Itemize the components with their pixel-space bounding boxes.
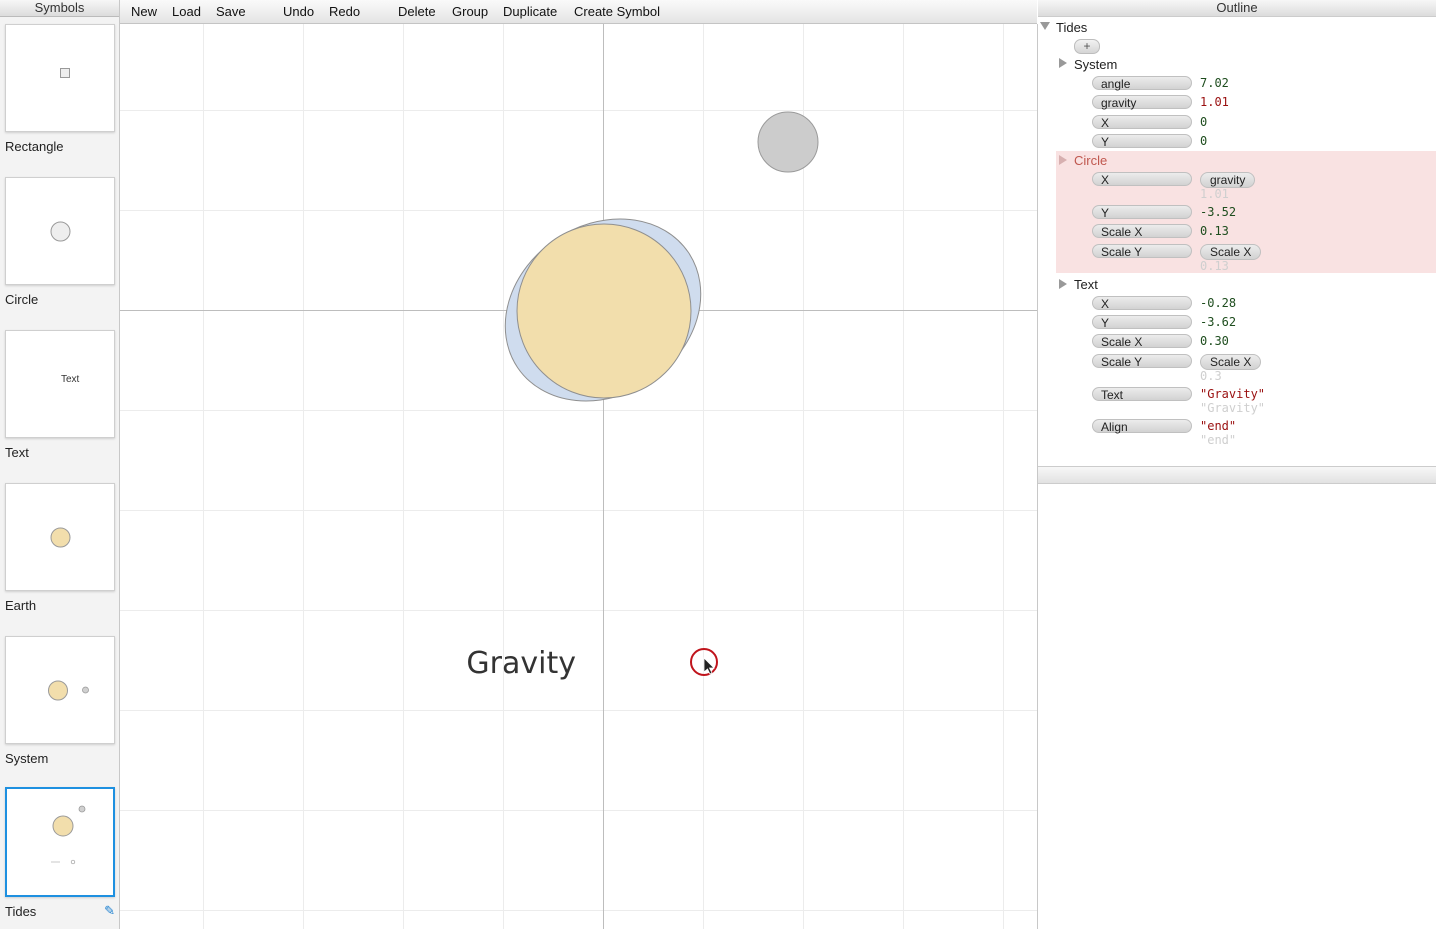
circle-x-computed: 1.01 bbox=[1200, 187, 1229, 201]
circle-x-ref-gravity[interactable]: gravity bbox=[1200, 172, 1256, 188]
text-scaley-ref[interactable]: Scale X bbox=[1200, 354, 1262, 370]
group-button[interactable]: Group bbox=[452, 4, 488, 19]
earth-preview bbox=[50, 527, 71, 548]
text-align-label[interactable]: Align bbox=[1092, 419, 1192, 434]
system-x-label[interactable]: X bbox=[1092, 115, 1192, 130]
new-button[interactable]: New bbox=[131, 4, 157, 19]
text-x-label[interactable]: X bbox=[1092, 296, 1192, 311]
outline-panel-divider[interactable] bbox=[1038, 466, 1436, 484]
system-x-value[interactable]: 0 bbox=[1200, 115, 1207, 129]
edit-pencil-icon[interactable]: ✎ bbox=[104, 903, 115, 919]
canvas-grid bbox=[120, 24, 1037, 929]
circle-y-label[interactable]: Y bbox=[1092, 205, 1192, 220]
toolbar: New Load Save Undo Redo Delete Group Dup… bbox=[120, 0, 1037, 24]
outline-item-circle[interactable]: Circle bbox=[1074, 153, 1107, 168]
symbol-tides[interactable]: Tides ✎ bbox=[5, 787, 115, 919]
text-scalex-label[interactable]: Scale X bbox=[1092, 334, 1192, 349]
symbol-label: Tides ✎ bbox=[5, 903, 115, 919]
symbol-system[interactable]: System bbox=[5, 636, 115, 766]
outline-item-system[interactable]: System bbox=[1074, 57, 1117, 72]
symbol-label: Circle bbox=[5, 292, 39, 307]
circle-x-label[interactable]: X bbox=[1092, 172, 1192, 187]
earth-circle[interactable] bbox=[516, 223, 692, 399]
symbol-thumbnail[interactable] bbox=[5, 787, 115, 897]
text-text-computed: "Gravity" bbox=[1200, 401, 1266, 415]
collapse-triangle-icon[interactable] bbox=[1059, 279, 1067, 289]
redo-button[interactable]: Redo bbox=[329, 4, 360, 19]
circle-scaley-computed: 0.13 bbox=[1200, 259, 1229, 273]
symbol-thumbnail[interactable] bbox=[5, 483, 115, 591]
param-gravity-label[interactable]: gravity bbox=[1092, 95, 1192, 110]
symbol-rectangle[interactable]: Rectangle bbox=[5, 24, 115, 154]
symbol-circle[interactable]: Circle bbox=[5, 177, 115, 307]
symbol-label: System bbox=[5, 751, 49, 766]
moon-circle[interactable] bbox=[757, 111, 819, 173]
undo-button[interactable]: Undo bbox=[283, 4, 314, 19]
canvas-drawing[interactable]: Gravity bbox=[120, 24, 1037, 929]
symbol-thumbnail[interactable] bbox=[5, 24, 115, 132]
symbol-label: Text bbox=[5, 445, 29, 460]
circle-scaley-ref[interactable]: Scale X bbox=[1200, 244, 1262, 260]
text-y-label[interactable]: Y bbox=[1092, 315, 1192, 330]
circle-scalex-label[interactable]: Scale X bbox=[1092, 224, 1192, 239]
symbol-thumbnail[interactable]: Text bbox=[5, 330, 115, 438]
circle-scaley-label[interactable]: Scale Y bbox=[1092, 244, 1192, 259]
text-text-label[interactable]: Text bbox=[1092, 387, 1192, 402]
text-align-value[interactable]: "end" bbox=[1200, 419, 1236, 433]
param-gravity-value[interactable]: 1.01 bbox=[1200, 95, 1229, 109]
add-property-button[interactable]: + bbox=[1074, 39, 1100, 54]
expand-triangle-icon[interactable] bbox=[1040, 22, 1050, 30]
save-button[interactable]: Save bbox=[216, 4, 246, 19]
text-scaley-label[interactable]: Scale Y bbox=[1092, 354, 1192, 369]
symbol-earth[interactable]: Earth bbox=[5, 483, 115, 613]
symbol-thumbnail[interactable] bbox=[5, 636, 115, 744]
load-button[interactable]: Load bbox=[172, 4, 201, 19]
text-align-computed: "end" bbox=[1200, 433, 1237, 447]
symbol-thumbnail[interactable] bbox=[5, 177, 115, 285]
system-y-value[interactable]: 0 bbox=[1200, 134, 1207, 148]
create-symbol-button[interactable]: Create Symbol bbox=[574, 4, 660, 19]
collapse-triangle-icon[interactable] bbox=[1059, 58, 1067, 68]
system-y-label[interactable]: Y bbox=[1092, 134, 1192, 149]
text-scaley-computed: 0.3 bbox=[1200, 369, 1222, 383]
text-text-value[interactable]: "Gravity" bbox=[1200, 387, 1265, 401]
canvas-axes bbox=[120, 24, 1037, 929]
tides-preview bbox=[51, 805, 86, 865]
symbols-panel: Symbols Rectangle Circle Text Text Earth bbox=[0, 0, 120, 929]
gravity-text-object[interactable]: Gravity bbox=[466, 646, 576, 681]
circle-y-value[interactable]: -3.52 bbox=[1200, 205, 1236, 219]
delete-button[interactable]: Delete bbox=[398, 4, 436, 19]
text-x-value[interactable]: -0.28 bbox=[1200, 296, 1236, 310]
param-angle-label[interactable]: angle bbox=[1092, 76, 1192, 91]
symbol-label: Earth bbox=[5, 598, 37, 613]
symbol-label-text: Tides bbox=[5, 904, 37, 919]
drawing-canvas[interactable]: Gravity bbox=[120, 24, 1038, 929]
system-preview bbox=[48, 680, 89, 701]
symbol-label: Rectangle bbox=[5, 139, 64, 154]
circle-scalex-value[interactable]: 0.13 bbox=[1200, 224, 1229, 238]
symbols-panel-title: Symbols bbox=[0, 0, 119, 17]
circle-preview bbox=[50, 221, 71, 242]
text-y-value[interactable]: -3.62 bbox=[1200, 315, 1236, 329]
text-scalex-value[interactable]: 0.30 bbox=[1200, 334, 1229, 348]
outline-root-tides[interactable]: Tides bbox=[1056, 20, 1087, 35]
duplicate-button[interactable]: Duplicate bbox=[503, 4, 557, 19]
text-preview: Text bbox=[61, 374, 80, 385]
outline-panel-title: Outline bbox=[1038, 0, 1436, 17]
collapse-triangle-icon[interactable] bbox=[1059, 155, 1067, 165]
symbol-text[interactable]: Text Text bbox=[5, 330, 115, 460]
rectangle-preview bbox=[60, 68, 70, 78]
param-angle-value[interactable]: 7.02 bbox=[1200, 76, 1229, 90]
outline-item-text[interactable]: Text bbox=[1074, 277, 1098, 292]
